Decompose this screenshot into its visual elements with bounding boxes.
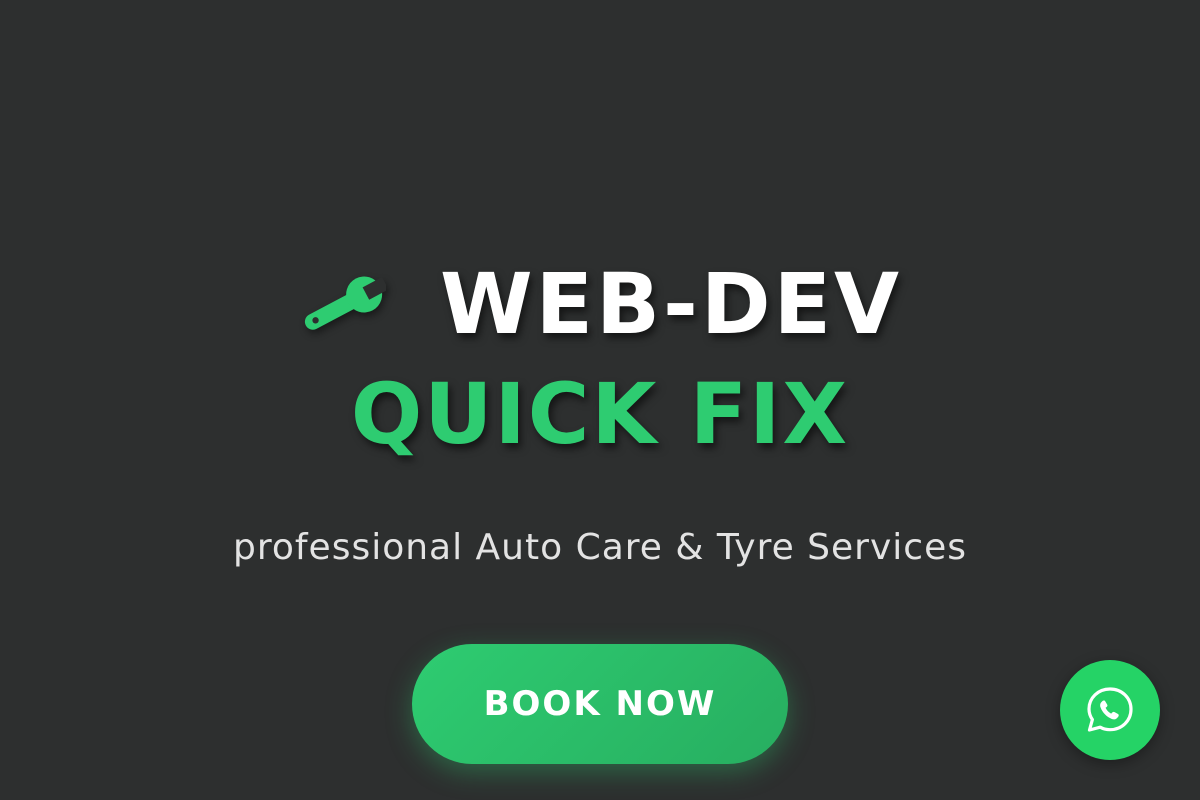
brand-name: WEB-DEV	[439, 255, 903, 353]
book-now-button[interactable]: BOOK NOW	[412, 644, 788, 764]
hero-subtitle: professional Auto Care & Tyre Services	[232, 527, 967, 568]
whatsapp-button[interactable]	[1060, 660, 1160, 760]
brand-title-row: WEB-DEV	[0, 262, 1200, 346]
wrench-icon	[298, 274, 389, 334]
brand-tagline: QUICK FIX	[350, 365, 850, 463]
hero-section: WEB-DEV QUICK FIX professional Auto Care…	[0, 0, 1200, 800]
whatsapp-icon	[1084, 684, 1136, 736]
